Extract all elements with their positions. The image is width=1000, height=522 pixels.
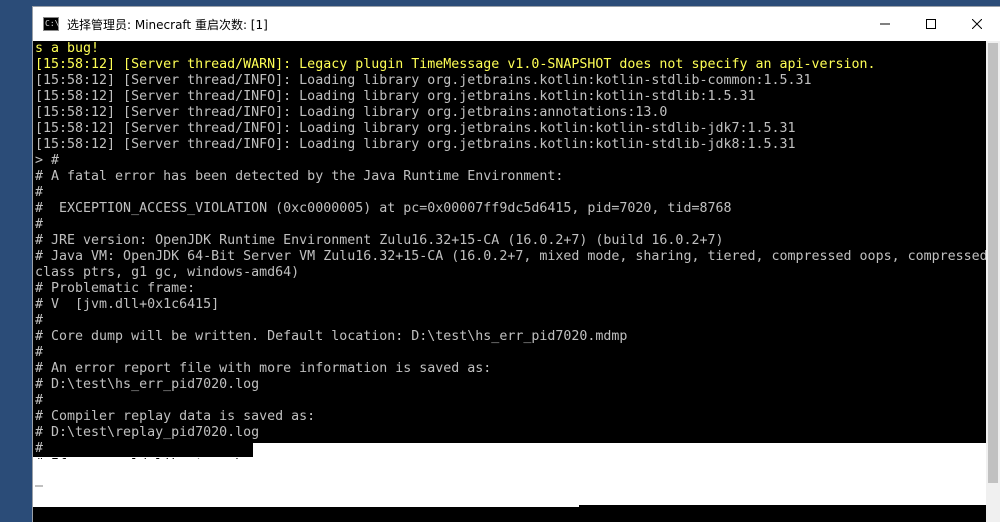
- console-line: # Core dump will be written. Default loc…: [35, 329, 628, 344]
- console-line: > #: [35, 153, 60, 168]
- console-line: #: [35, 393, 44, 408]
- console-line: # V [jvm.dll+0x1c6415]: [35, 297, 220, 312]
- console-line: [15:58:12] [Server thread/WARN]: Legacy …: [35, 57, 876, 72]
- maximize-button[interactable]: [908, 7, 954, 41]
- close-icon: [972, 19, 982, 29]
- console-window: C:\ 选择管理员: Minecraft 重启次数: [1] s a bug![…: [32, 6, 1000, 522]
- console-line: # A fatal error has been detected by the…: [35, 169, 564, 184]
- console-line: [15:58:12] [Server thread/INFO]: Loading…: [35, 89, 756, 104]
- console-line: # D:\test\hs_err_pid7020.log: [35, 377, 260, 392]
- console-line: class ptrs, g1 gc, windows-amd64): [35, 265, 300, 280]
- close-button[interactable]: [954, 7, 1000, 41]
- console-line: #: [35, 185, 44, 200]
- console-line: [15:58:12] [Server thread/INFO]: Loading…: [35, 105, 668, 120]
- selection-highlight-bottom: [33, 459, 579, 507]
- console-line: s a bug!: [35, 41, 100, 56]
- console-line: [15:58:12] [Server thread/INFO]: Loading…: [35, 137, 796, 152]
- console-line: #: [35, 313, 44, 328]
- console-line: # Compiler replay data is saved as:: [35, 409, 316, 424]
- console-line: # D:\test\replay_pid7020.log: [35, 425, 260, 440]
- app-icon-label: C:\: [45, 19, 60, 28]
- console-line: [15:58:12] [Server thread/INFO]: Loading…: [35, 73, 812, 88]
- console-line: #: [35, 217, 44, 232]
- minimize-button[interactable]: [862, 7, 908, 41]
- console-line: # JRE version: OpenJDK Runtime Environme…: [35, 233, 724, 248]
- console-app-icon[interactable]: C:\: [43, 17, 59, 31]
- console-line: # Java VM: OpenJDK 64-Bit Server VM Zulu…: [35, 249, 987, 264]
- console-line: #: [35, 345, 44, 360]
- minimize-icon: [880, 23, 890, 25]
- console-line: # EXCEPTION_ACCESS_VIOLATION (0xc0000005…: [35, 201, 732, 216]
- title-bar[interactable]: C:\ 选择管理员: Minecraft 重启次数: [1]: [33, 7, 1000, 41]
- console-line: # Problematic frame:: [35, 281, 196, 296]
- window-title: 选择管理员: Minecraft 重启次数: [1]: [67, 17, 268, 32]
- maximize-icon: [926, 19, 936, 29]
- console-line: # An error report file with more informa…: [35, 361, 492, 376]
- scrollbar-thumb[interactable]: [988, 43, 998, 483]
- console-line: [15:58:12] [Server thread/INFO]: Loading…: [35, 121, 796, 136]
- text-cursor: [35, 485, 43, 487]
- vertical-scrollbar[interactable]: [986, 41, 1000, 522]
